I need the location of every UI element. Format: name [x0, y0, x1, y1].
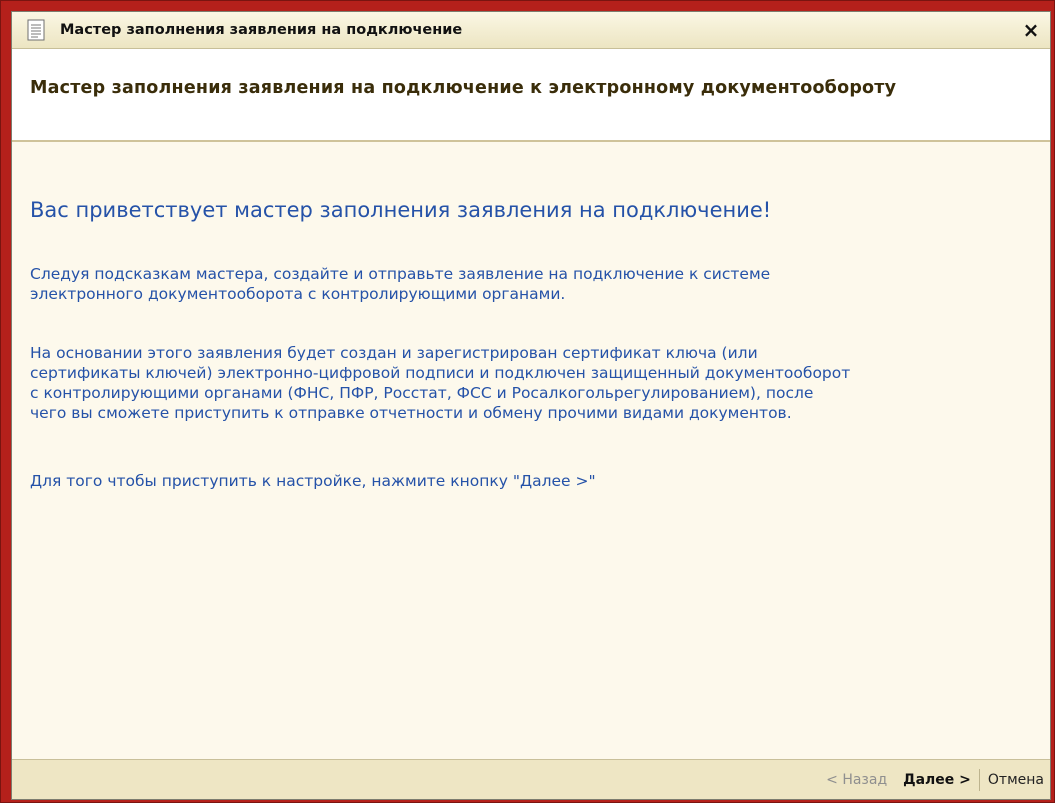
next-button[interactable]: Далее > — [895, 769, 979, 791]
title-bar[interactable]: Мастер заполнения заявления на подключен… — [12, 12, 1050, 49]
description-paragraph: На основании этого заявления будет созда… — [30, 343, 1040, 423]
window-title: Мастер заполнения заявления на подключен… — [60, 22, 463, 38]
wizard-footer: < Назад Далее > Отмена — [12, 759, 1050, 799]
instructions-line: Следуя подсказкам мастера, создайте и от… — [30, 265, 771, 283]
wizard-content: Вас приветствует мастер заполнения заявл… — [12, 142, 1050, 759]
wizard-header-title: Мастер заполнения заявления на подключен… — [30, 78, 897, 98]
cancel-button[interactable]: Отмена — [980, 769, 1050, 791]
next-hint-paragraph: Для того чтобы приступить к настройке, н… — [30, 471, 1040, 491]
instructions-line: электронного документооборота с контроли… — [30, 285, 566, 303]
wizard-window: Мастер заполнения заявления на подключен… — [11, 11, 1051, 800]
wizard-header: Мастер заполнения заявления на подключен… — [12, 49, 1050, 142]
screenshot-frame: Мастер заполнения заявления на подключен… — [0, 0, 1055, 803]
back-button[interactable]: < Назад — [818, 769, 895, 791]
description-line: сертификаты ключей) электронно-цифровой … — [30, 364, 851, 382]
document-icon — [24, 18, 48, 42]
description-line: На основании этого заявления будет созда… — [30, 344, 758, 362]
close-icon[interactable]: × — [1018, 17, 1044, 43]
welcome-heading: Вас приветствует мастер заполнения заявл… — [30, 198, 772, 222]
next-hint-line: Для того чтобы приступить к настройке, н… — [30, 472, 596, 490]
description-line: чего вы сможете приступить к отправке от… — [30, 404, 792, 422]
instructions-paragraph: Следуя подсказкам мастера, создайте и от… — [30, 264, 1040, 304]
description-line: с контролирующими органами (ФНС, ПФР, Ро… — [30, 384, 814, 402]
